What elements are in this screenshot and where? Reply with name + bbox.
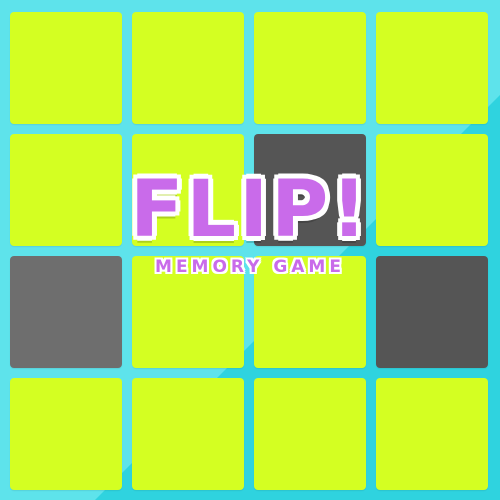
card-r3-c2[interactable] bbox=[132, 256, 244, 368]
card-r1-c4[interactable] bbox=[376, 12, 488, 124]
card-r1-c1[interactable] bbox=[10, 12, 122, 124]
game-board: FLIP! MEMORY GAME bbox=[0, 0, 500, 500]
card-r2-c3[interactable] bbox=[254, 134, 366, 246]
card-r2-c2[interactable] bbox=[132, 134, 244, 246]
card-r3-c3[interactable] bbox=[254, 256, 366, 368]
card-r1-c3[interactable] bbox=[254, 12, 366, 124]
card-r2-c4[interactable] bbox=[376, 134, 488, 246]
card-r3-c4[interactable] bbox=[376, 256, 488, 368]
card-r4-c3[interactable] bbox=[254, 378, 366, 490]
card-r4-c1[interactable] bbox=[10, 378, 122, 490]
card-r2-c1[interactable] bbox=[10, 134, 122, 246]
card-grid bbox=[10, 12, 490, 490]
card-r3-c1[interactable] bbox=[10, 256, 122, 368]
card-r1-c2[interactable] bbox=[132, 12, 244, 124]
card-r4-c4[interactable] bbox=[376, 378, 488, 490]
card-r4-c2[interactable] bbox=[132, 378, 244, 490]
